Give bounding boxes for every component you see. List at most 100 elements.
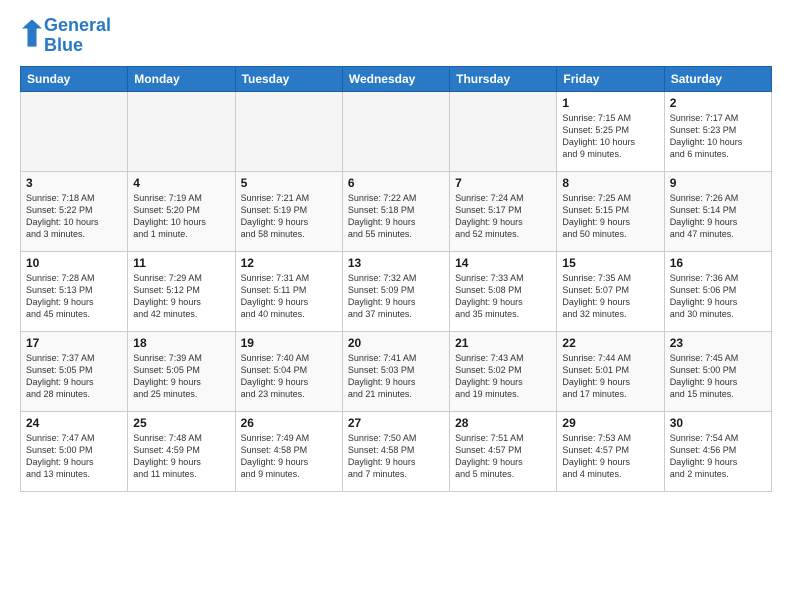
day-info: Sunrise: 7:32 AM Sunset: 5:09 PM Dayligh…	[348, 272, 444, 321]
logo: General Blue	[20, 16, 111, 56]
day-number: 1	[562, 96, 658, 110]
day-number: 6	[348, 176, 444, 190]
calendar-cell: 23 Sunrise: 7:45 AM Sunset: 5:00 PM Dayli…	[664, 331, 771, 411]
calendar-cell: 5 Sunrise: 7:21 AM Sunset: 5:19 PM Daylig…	[235, 171, 342, 251]
day-number: 20	[348, 336, 444, 350]
day-info: Sunrise: 7:51 AM Sunset: 4:57 PM Dayligh…	[455, 432, 551, 481]
calendar-cell: 26 Sunrise: 7:49 AM Sunset: 4:58 PM Dayli…	[235, 411, 342, 491]
calendar-cell: 1 Sunrise: 7:15 AM Sunset: 5:25 PM Daylig…	[557, 91, 664, 171]
day-info: Sunrise: 7:18 AM Sunset: 5:22 PM Dayligh…	[26, 192, 122, 241]
day-number: 9	[670, 176, 766, 190]
day-info: Sunrise: 7:48 AM Sunset: 4:59 PM Dayligh…	[133, 432, 229, 481]
calendar-cell: 18 Sunrise: 7:39 AM Sunset: 5:05 PM Dayli…	[128, 331, 235, 411]
header: General Blue	[20, 16, 772, 56]
day-number: 14	[455, 256, 551, 270]
calendar-cell: 12 Sunrise: 7:31 AM Sunset: 5:11 PM Dayli…	[235, 251, 342, 331]
day-number: 10	[26, 256, 122, 270]
day-number: 5	[241, 176, 337, 190]
day-info: Sunrise: 7:21 AM Sunset: 5:19 PM Dayligh…	[241, 192, 337, 241]
day-number: 25	[133, 416, 229, 430]
day-info: Sunrise: 7:45 AM Sunset: 5:00 PM Dayligh…	[670, 352, 766, 401]
weekday-header-wednesday: Wednesday	[342, 66, 449, 91]
week-row-3: 10 Sunrise: 7:28 AM Sunset: 5:13 PM Dayli…	[21, 251, 772, 331]
calendar-cell: 10 Sunrise: 7:28 AM Sunset: 5:13 PM Dayli…	[21, 251, 128, 331]
day-info: Sunrise: 7:26 AM Sunset: 5:14 PM Dayligh…	[670, 192, 766, 241]
weekday-header-monday: Monday	[128, 66, 235, 91]
day-number: 11	[133, 256, 229, 270]
day-info: Sunrise: 7:50 AM Sunset: 4:58 PM Dayligh…	[348, 432, 444, 481]
day-info: Sunrise: 7:29 AM Sunset: 5:12 PM Dayligh…	[133, 272, 229, 321]
page: General Blue SundayMondayTuesdayWednesda…	[0, 0, 792, 502]
calendar-cell	[21, 91, 128, 171]
calendar-cell: 13 Sunrise: 7:32 AM Sunset: 5:09 PM Dayli…	[342, 251, 449, 331]
calendar-cell: 17 Sunrise: 7:37 AM Sunset: 5:05 PM Dayli…	[21, 331, 128, 411]
day-info: Sunrise: 7:41 AM Sunset: 5:03 PM Dayligh…	[348, 352, 444, 401]
calendar-cell: 25 Sunrise: 7:48 AM Sunset: 4:59 PM Dayli…	[128, 411, 235, 491]
calendar-cell: 30 Sunrise: 7:54 AM Sunset: 4:56 PM Dayli…	[664, 411, 771, 491]
weekday-header-thursday: Thursday	[450, 66, 557, 91]
calendar-cell: 29Sunrise: 7:53 AM Sunset: 4:57 PM Dayli…	[557, 411, 664, 491]
weekday-header-sunday: Sunday	[21, 66, 128, 91]
weekday-header-saturday: Saturday	[664, 66, 771, 91]
calendar-cell: 20 Sunrise: 7:41 AM Sunset: 5:03 PM Dayli…	[342, 331, 449, 411]
calendar-cell: 3 Sunrise: 7:18 AM Sunset: 5:22 PM Daylig…	[21, 171, 128, 251]
day-number: 18	[133, 336, 229, 350]
day-number: 4	[133, 176, 229, 190]
day-info: Sunrise: 7:44 AM Sunset: 5:01 PM Dayligh…	[562, 352, 658, 401]
calendar-cell	[128, 91, 235, 171]
day-info: Sunrise: 7:25 AM Sunset: 5:15 PM Dayligh…	[562, 192, 658, 241]
calendar-cell: 2Sunrise: 7:17 AM Sunset: 5:23 PM Daylig…	[664, 91, 771, 171]
day-number: 27	[348, 416, 444, 430]
day-number: 8	[562, 176, 658, 190]
logo-line1: General	[44, 16, 111, 36]
calendar-cell: 16Sunrise: 7:36 AM Sunset: 5:06 PM Dayli…	[664, 251, 771, 331]
day-number: 24	[26, 416, 122, 430]
weekday-header-row: SundayMondayTuesdayWednesdayThursdayFrid…	[21, 66, 772, 91]
calendar-cell	[342, 91, 449, 171]
calendar-cell: 21Sunrise: 7:43 AM Sunset: 5:02 PM Dayli…	[450, 331, 557, 411]
calendar-cell: 28Sunrise: 7:51 AM Sunset: 4:57 PM Dayli…	[450, 411, 557, 491]
day-number: 12	[241, 256, 337, 270]
day-number: 30	[670, 416, 766, 430]
day-info: Sunrise: 7:54 AM Sunset: 4:56 PM Dayligh…	[670, 432, 766, 481]
day-info: Sunrise: 7:39 AM Sunset: 5:05 PM Dayligh…	[133, 352, 229, 401]
day-info: Sunrise: 7:22 AM Sunset: 5:18 PM Dayligh…	[348, 192, 444, 241]
day-info: Sunrise: 7:33 AM Sunset: 5:08 PM Dayligh…	[455, 272, 551, 321]
calendar-cell	[235, 91, 342, 171]
calendar-cell: 11 Sunrise: 7:29 AM Sunset: 5:12 PM Dayli…	[128, 251, 235, 331]
day-number: 15	[562, 256, 658, 270]
calendar-cell: 4Sunrise: 7:19 AM Sunset: 5:20 PM Daylig…	[128, 171, 235, 251]
calendar-cell: 24 Sunrise: 7:47 AM Sunset: 5:00 PM Dayli…	[21, 411, 128, 491]
day-info: Sunrise: 7:15 AM Sunset: 5:25 PM Dayligh…	[562, 112, 658, 161]
day-info: Sunrise: 7:17 AM Sunset: 5:23 PM Dayligh…	[670, 112, 766, 161]
calendar-cell: 7Sunrise: 7:24 AM Sunset: 5:17 PM Daylig…	[450, 171, 557, 251]
day-info: Sunrise: 7:37 AM Sunset: 5:05 PM Dayligh…	[26, 352, 122, 401]
day-info: Sunrise: 7:36 AM Sunset: 5:06 PM Dayligh…	[670, 272, 766, 321]
day-info: Sunrise: 7:47 AM Sunset: 5:00 PM Dayligh…	[26, 432, 122, 481]
calendar-cell: 9 Sunrise: 7:26 AM Sunset: 5:14 PM Daylig…	[664, 171, 771, 251]
day-number: 23	[670, 336, 766, 350]
day-number: 22	[562, 336, 658, 350]
calendar-cell: 22 Sunrise: 7:44 AM Sunset: 5:01 PM Dayli…	[557, 331, 664, 411]
week-row-5: 24 Sunrise: 7:47 AM Sunset: 5:00 PM Dayli…	[21, 411, 772, 491]
day-info: Sunrise: 7:35 AM Sunset: 5:07 PM Dayligh…	[562, 272, 658, 321]
day-info: Sunrise: 7:43 AM Sunset: 5:02 PM Dayligh…	[455, 352, 551, 401]
day-number: 26	[241, 416, 337, 430]
logo-line2: Blue	[44, 36, 111, 56]
week-row-2: 3 Sunrise: 7:18 AM Sunset: 5:22 PM Daylig…	[21, 171, 772, 251]
day-info: Sunrise: 7:49 AM Sunset: 4:58 PM Dayligh…	[241, 432, 337, 481]
day-number: 29	[562, 416, 658, 430]
day-number: 13	[348, 256, 444, 270]
weekday-header-friday: Friday	[557, 66, 664, 91]
calendar-cell: 6 Sunrise: 7:22 AM Sunset: 5:18 PM Daylig…	[342, 171, 449, 251]
day-number: 19	[241, 336, 337, 350]
weekday-header-tuesday: Tuesday	[235, 66, 342, 91]
calendar-cell: 14 Sunrise: 7:33 AM Sunset: 5:08 PM Dayli…	[450, 251, 557, 331]
day-info: Sunrise: 7:31 AM Sunset: 5:11 PM Dayligh…	[241, 272, 337, 321]
calendar-cell: 15 Sunrise: 7:35 AM Sunset: 5:07 PM Dayli…	[557, 251, 664, 331]
calendar-cell: 19Sunrise: 7:40 AM Sunset: 5:04 PM Dayli…	[235, 331, 342, 411]
day-number: 3	[26, 176, 122, 190]
week-row-1: 1 Sunrise: 7:15 AM Sunset: 5:25 PM Daylig…	[21, 91, 772, 171]
day-number: 17	[26, 336, 122, 350]
day-info: Sunrise: 7:28 AM Sunset: 5:13 PM Dayligh…	[26, 272, 122, 321]
